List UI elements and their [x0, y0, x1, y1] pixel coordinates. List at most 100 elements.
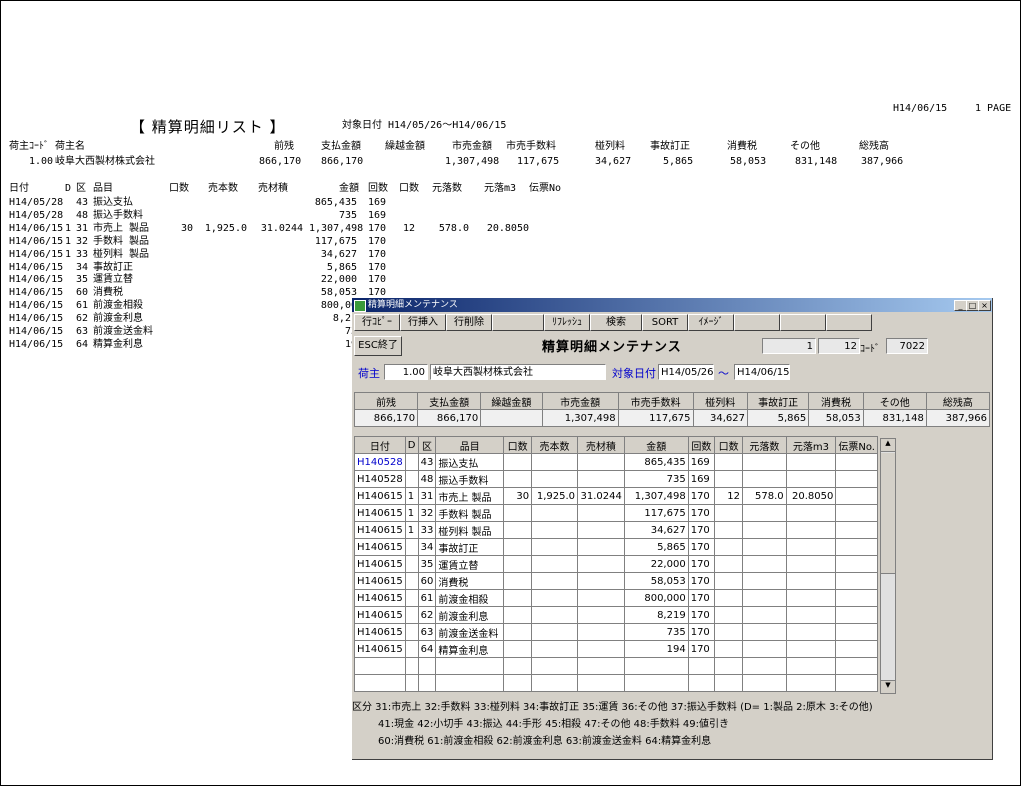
- grid-cell[interactable]: [623, 674, 689, 692]
- grid-cell[interactable]: 63: [417, 623, 437, 641]
- grid-cell[interactable]: 578.0: [742, 487, 787, 505]
- grid-cell[interactable]: 31: [417, 487, 437, 505]
- grid-cell[interactable]: [531, 504, 579, 522]
- grid-cell[interactable]: 前渡金相殺: [435, 589, 505, 607]
- grid-row[interactable]: H140615 62 前渡金利息 8,219 170: [354, 606, 878, 624]
- grid-cell[interactable]: [835, 504, 878, 522]
- grid-cell[interactable]: [503, 555, 533, 573]
- grid-cell[interactable]: H140528: [354, 470, 406, 488]
- grid-cell[interactable]: [503, 521, 533, 539]
- grid-cell[interactable]: [435, 657, 505, 675]
- grid-header-cell[interactable]: 金額: [623, 436, 689, 454]
- grid-header-cell[interactable]: 伝票No.: [835, 436, 878, 454]
- grid-cell[interactable]: [742, 538, 787, 556]
- grid-cell[interactable]: [714, 623, 744, 641]
- grid-cell[interactable]: [503, 538, 533, 556]
- grid-cell[interactable]: 1,925.0: [531, 487, 579, 505]
- grid-cell[interactable]: [577, 504, 625, 522]
- grid-cell[interactable]: [404, 470, 419, 488]
- grid-cell[interactable]: [742, 623, 787, 641]
- grid-cell[interactable]: [503, 589, 533, 607]
- grid-cell[interactable]: H140615: [354, 606, 406, 624]
- grid-cell[interactable]: [531, 555, 579, 573]
- grid-cell[interactable]: 35: [417, 555, 437, 573]
- grid-header-cell[interactable]: 売本数: [531, 436, 579, 454]
- grid-cell[interactable]: [785, 555, 837, 573]
- grid-cell[interactable]: 48: [417, 470, 437, 488]
- search-button[interactable]: 検索: [590, 314, 642, 331]
- grid-cell[interactable]: [531, 538, 579, 556]
- grid-cell[interactable]: 前渡金送金料: [435, 623, 505, 641]
- close-icon[interactable]: ×: [978, 300, 991, 311]
- grid-row[interactable]: [354, 674, 878, 692]
- grid-cell[interactable]: 117,675: [623, 504, 689, 522]
- grid-cell[interactable]: 1,307,498: [623, 487, 689, 505]
- grid-cell[interactable]: [435, 674, 505, 692]
- refresh-button[interactable]: ﾘﾌﾚｯｼｭ: [544, 314, 590, 331]
- grid-cell[interactable]: [742, 504, 787, 522]
- grid-cell[interactable]: 170: [687, 640, 716, 658]
- grid-cell[interactable]: [742, 555, 787, 573]
- grid-cell[interactable]: [404, 674, 419, 692]
- grid-cell[interactable]: [785, 674, 837, 692]
- grid-cell[interactable]: [714, 606, 744, 624]
- grid-cell[interactable]: H140615: [354, 623, 406, 641]
- grid-header-cell[interactable]: 元落数: [742, 436, 787, 454]
- grid-cell[interactable]: 1: [404, 504, 419, 522]
- grid-row[interactable]: H140615 64 精算金利息 194 170: [354, 640, 878, 658]
- grid-cell[interactable]: [785, 589, 837, 607]
- grid-cell[interactable]: 735: [623, 623, 689, 641]
- grid-row[interactable]: H140615 35 運賃立替 22,000 170: [354, 555, 878, 573]
- grid-row[interactable]: [354, 657, 878, 675]
- grid-header-cell[interactable]: 口数: [503, 436, 533, 454]
- grid-cell[interactable]: 消費税: [435, 572, 505, 590]
- grid-cell[interactable]: H140528: [354, 453, 406, 471]
- row-insert-button[interactable]: 行挿入: [400, 314, 446, 331]
- grid-cell[interactable]: [503, 674, 533, 692]
- grid-cell[interactable]: 34: [417, 538, 437, 556]
- grid-cell[interactable]: 12: [714, 487, 744, 505]
- toolbar-empty-2[interactable]: [780, 314, 826, 331]
- grid-cell[interactable]: [714, 521, 744, 539]
- grid-cell[interactable]: [503, 453, 533, 471]
- grid-cell[interactable]: [714, 572, 744, 590]
- grid-cell[interactable]: 64: [417, 640, 437, 658]
- grid-cell[interactable]: [785, 521, 837, 539]
- grid-cell[interactable]: [714, 640, 744, 658]
- grid-cell[interactable]: [531, 453, 579, 471]
- grid-cell[interactable]: [404, 640, 419, 658]
- grid-header-cell[interactable]: D: [404, 436, 419, 454]
- grid-cell[interactable]: 33: [417, 521, 437, 539]
- grid-cell[interactable]: 170: [687, 487, 716, 505]
- grid-cell[interactable]: 43: [417, 453, 437, 471]
- grid-cell[interactable]: 31.0244: [577, 487, 625, 505]
- grid-cell[interactable]: [531, 572, 579, 590]
- grid-cell[interactable]: [531, 657, 579, 675]
- grid-cell[interactable]: [531, 674, 579, 692]
- grid-cell[interactable]: 60: [417, 572, 437, 590]
- grid-cell[interactable]: [785, 657, 837, 675]
- grid-cell[interactable]: [404, 453, 419, 471]
- grid-cell[interactable]: [835, 623, 878, 641]
- grid-cell[interactable]: [503, 572, 533, 590]
- esc-exit-button[interactable]: ESC終了: [354, 336, 402, 356]
- grid-cell[interactable]: [714, 589, 744, 607]
- grid-cell[interactable]: H140615: [354, 504, 406, 522]
- grid-cell[interactable]: [531, 470, 579, 488]
- toolbar-empty-1[interactable]: [734, 314, 780, 331]
- grid-cell[interactable]: [742, 470, 787, 488]
- grid-cell[interactable]: [785, 538, 837, 556]
- grid-cell[interactable]: [742, 453, 787, 471]
- grid-cell[interactable]: [577, 538, 625, 556]
- grid-cell[interactable]: [687, 674, 716, 692]
- image-button[interactable]: ｲﾒｰｼﾞ: [688, 314, 734, 331]
- grid-row[interactable]: H140615 1 32 手数料 製品 117,675 170: [354, 504, 878, 522]
- grid-cell[interactable]: [577, 623, 625, 641]
- grid-cell[interactable]: [742, 640, 787, 658]
- grid-cell[interactable]: [531, 640, 579, 658]
- grid-cell[interactable]: [577, 640, 625, 658]
- grid-row[interactable]: H140615 63 前渡金送金料 735 170: [354, 623, 878, 641]
- grid-cell[interactable]: 170: [687, 555, 716, 573]
- grid-cell[interactable]: 30: [503, 487, 533, 505]
- grid-cell[interactable]: H140615: [354, 521, 406, 539]
